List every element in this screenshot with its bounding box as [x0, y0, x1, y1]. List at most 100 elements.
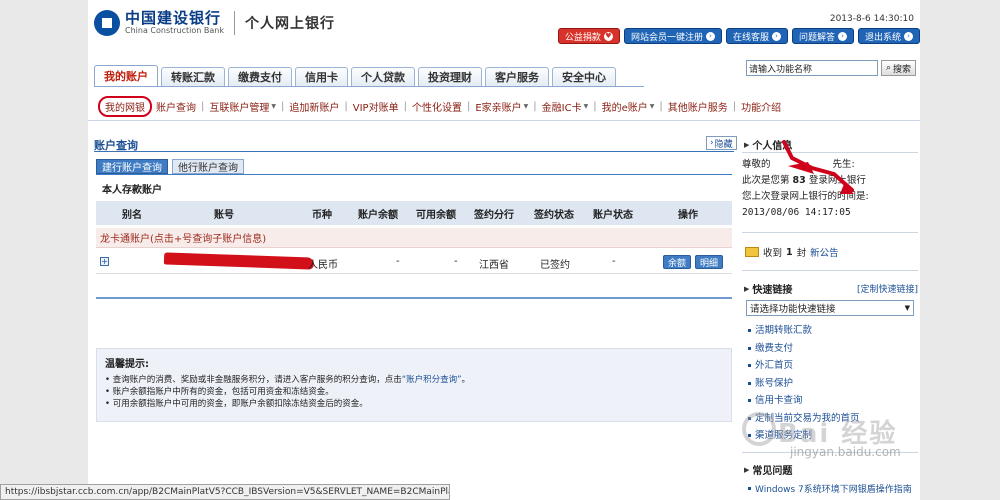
account-query-tabs: 建行账户查询 他行账户查询: [96, 159, 244, 174]
logo-cn-text: 中国建设银行: [125, 9, 222, 27]
sign-status-cell: 已签约: [540, 260, 570, 271]
triangle-icon: ▶: [744, 465, 750, 474]
caret-down-icon: ▼: [271, 103, 276, 110]
details-button[interactable]: 明细: [695, 255, 724, 269]
baidu-paw-icon: [742, 412, 776, 446]
tips-title: 温馨提示:: [105, 359, 149, 370]
tip-item: • 查询账户的消费、奖励或非金融服务积分，请进入客户服务的积分查询，点击“账户积…: [105, 375, 471, 385]
subnav-e-account[interactable]: 我的e账户 ▼: [600, 99, 657, 114]
column-header: 账号: [214, 209, 234, 221]
branch-cell: 江西省: [479, 260, 509, 271]
product-name: 个人网上银行: [244, 16, 335, 32]
subnav-add-account[interactable]: 追加新账户: [287, 99, 341, 114]
chevron-right-icon: ›: [710, 138, 714, 148]
tab-security[interactable]: 安全中心: [552, 67, 616, 86]
logout-button[interactable]: 退出系统 ›: [857, 28, 920, 44]
datetime: 2013-8-6 14:30:10: [829, 14, 914, 24]
faq-item[interactable]: Windows 7系统环境下网银盾操作指南: [748, 482, 912, 495]
tab-loans[interactable]: 个人贷款: [351, 67, 415, 86]
column-header: 账户状态: [593, 209, 633, 221]
heart-icon: ♥: [603, 31, 613, 41]
caret-down-icon: ▼: [649, 103, 655, 110]
register-button[interactable]: 网站会员一键注册 ›: [623, 28, 722, 44]
quick-link-item[interactable]: 账号保护: [748, 375, 916, 393]
tab-other-bank-accounts[interactable]: 他行账户查询: [172, 159, 244, 174]
search-icon: ⌕: [886, 63, 892, 73]
header: 中国建设银行 China Construction Bank 个人网上银行 20…: [88, 0, 920, 56]
faq-button[interactable]: 问题解答 ›: [791, 28, 854, 44]
quick-link-item[interactable]: 缴费支付: [748, 340, 916, 358]
table-row: + 人民币 - - 江西省 已签约 - 余额 明细: [96, 250, 732, 274]
envelope-icon: [745, 247, 759, 257]
browser-status-bar: https://ibsbjstar.ccb.com.cn/app/B2CMain…: [0, 484, 450, 500]
search-button[interactable]: ⌕ 搜索: [881, 60, 917, 76]
annotation-arrow-icon: [782, 140, 854, 194]
arrow-icon: ›: [771, 31, 781, 41]
subnav-personal-settings[interactable]: 个性化设置: [410, 99, 464, 114]
sub-navigation: 我的网银 账户查询 | 互联账户管理 ▼ | 追加新账户 | VIP对账单 | 个…: [98, 96, 783, 117]
tip-item: • 可用余额指账户中可用的资金，即账户余额扣除冻结资金后的资金。: [105, 399, 368, 409]
caret-down-icon: ▼: [523, 103, 529, 110]
subnav-account-query[interactable]: 账户查询: [154, 99, 198, 114]
caret-down-icon: ▼: [583, 103, 589, 110]
tab-customer-service[interactable]: 客户服务: [485, 67, 549, 86]
subnav-vip-statement[interactable]: VIP对账单: [351, 99, 401, 114]
logo-en-text: China Construction Bank: [125, 26, 224, 35]
tab-transfer[interactable]: 转账汇款: [161, 67, 225, 86]
arrow-icon: ›: [705, 31, 715, 41]
column-header: 签约状态: [534, 209, 574, 221]
balance-cell: -: [396, 256, 400, 267]
tab-payment[interactable]: 缴费支付: [228, 67, 292, 86]
function-search-input[interactable]: [746, 60, 878, 76]
balance-button[interactable]: 余额: [663, 255, 692, 269]
quick-link-item[interactable]: 外汇首页: [748, 357, 916, 375]
faq-title: ▶ 常见问题: [744, 465, 793, 478]
account-status-cell: -: [612, 256, 616, 267]
logo[interactable]: 中国建设银行 China Construction Bank 个人网上银行: [94, 10, 335, 36]
ccb-logo-icon: [94, 10, 120, 36]
column-header: 账户余额: [358, 209, 398, 221]
online-service-button[interactable]: 在线客服 ›: [725, 28, 788, 44]
function-search: ⌕搜索: [746, 60, 917, 76]
available-cell: -: [454, 256, 458, 267]
notice-row: 收到 1 封新公告: [745, 245, 839, 259]
charity-button[interactable]: 公益捐款 ♥: [557, 28, 620, 44]
last-login-time: 2013/08/06 14:17:05: [742, 207, 851, 218]
currency-cell: 人民币: [308, 260, 338, 271]
table-header: 别名 账号 币种 账户余额 可用余额 签约分行 签约状态 账户状态 操作: [96, 201, 732, 225]
quick-link-select[interactable]: 请选择功能快速链接 ▼: [746, 300, 914, 316]
top-buttons: 公益捐款 ♥ 网站会员一键注册 › 在线客服 › 问题解答 › 退出系统 ›: [557, 28, 920, 44]
quick-links-header: ▶ 快速链接 [定制快速链接]: [744, 281, 918, 297]
account-group-row[interactable]: 龙卡通账户(点击+号查询子账户信息): [96, 228, 732, 248]
points-query-link[interactable]: “账户积分查询”: [402, 375, 462, 385]
expand-icon[interactable]: +: [100, 257, 109, 266]
tip-item: • 账户余额指账户中所有的资金，包括可用资金和冻结资金。: [105, 387, 334, 397]
tab-investment[interactable]: 投资理财: [418, 67, 482, 86]
tab-credit-card[interactable]: 信用卡: [295, 67, 348, 86]
left-gutter: [0, 0, 88, 500]
tab-my-account[interactable]: 我的账户: [94, 65, 158, 86]
new-notice-link[interactable]: 新公告: [810, 245, 839, 259]
subnav-ic-card[interactable]: 金融IC卡 ▼: [540, 99, 591, 114]
subnav-other-services[interactable]: 其他账户服务: [666, 99, 730, 114]
column-header: 操作: [678, 209, 698, 221]
customize-quick-links[interactable]: [定制快速链接]: [857, 282, 918, 295]
quick-link-item[interactable]: 信用卡查询: [748, 392, 916, 410]
column-header: 币种: [312, 209, 332, 221]
quick-link-item[interactable]: 活期转账汇款: [748, 322, 916, 340]
subnav-introduction[interactable]: 功能介绍: [739, 99, 783, 114]
subnav-linked-accounts[interactable]: 互联账户管理 ▼: [207, 99, 278, 114]
hide-panel-button[interactable]: › 隐藏: [706, 136, 737, 150]
tips-box: 温馨提示: • 查询账户的消费、奖励或非金融服务积分，请进入客户服务的积分查询，…: [96, 348, 732, 422]
column-header: 签约分行: [474, 209, 514, 221]
triangle-icon: ▶: [744, 284, 750, 293]
main-tabs: 我的账户 转账汇款 缴费支付 信用卡 个人贷款 投资理财 客户服务 安全中心: [94, 65, 616, 86]
column-header: 可用余额: [416, 209, 456, 221]
table-title: 本人存款账户: [102, 185, 162, 196]
watermark-url: jingyan.baidu.com: [790, 445, 901, 459]
column-header: 别名: [122, 209, 142, 221]
subnav-my-ebank[interactable]: 我的网银: [98, 96, 152, 117]
right-gutter: [920, 0, 1000, 500]
tab-ccb-accounts[interactable]: 建行账户查询: [96, 159, 168, 174]
subnav-family-account[interactable]: E家亲账户 ▼: [473, 99, 530, 114]
